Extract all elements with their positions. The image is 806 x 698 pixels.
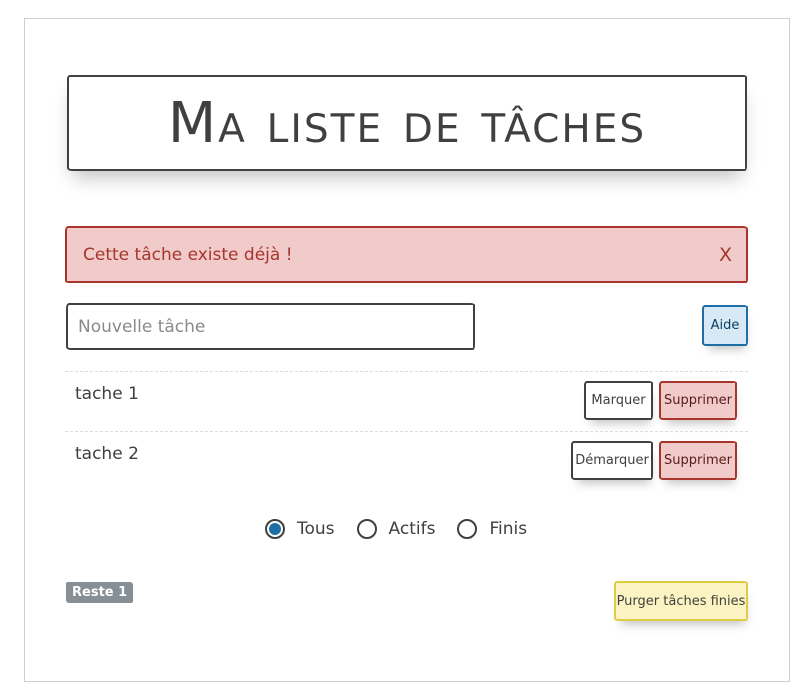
filter-all[interactable]: Tous bbox=[265, 519, 335, 539]
page-title: Ma liste de tâches bbox=[167, 90, 647, 156]
new-task-input[interactable] bbox=[66, 303, 475, 350]
todo-card: Ma liste de tâches Cette tâche existe dé… bbox=[24, 18, 790, 682]
radio-icon[interactable] bbox=[356, 519, 377, 539]
radio-icon[interactable] bbox=[457, 519, 478, 539]
filter-label: Tous bbox=[297, 519, 335, 539]
delete-task-button[interactable]: Supprimer bbox=[659, 441, 737, 480]
alert-close-button[interactable]: X bbox=[719, 244, 732, 266]
filter-label: Finis bbox=[489, 519, 528, 539]
filter-group: Tous Actifs Finis bbox=[265, 519, 549, 539]
unmark-task-button[interactable]: Démarquer bbox=[571, 441, 653, 480]
title-box: Ma liste de tâches bbox=[67, 75, 747, 171]
filter-active[interactable]: Actifs bbox=[356, 519, 436, 539]
filter-label: Actifs bbox=[388, 519, 436, 539]
filter-done[interactable]: Finis bbox=[457, 519, 527, 539]
help-button[interactable]: Aide bbox=[702, 305, 748, 346]
mark-task-button[interactable]: Marquer bbox=[584, 381, 653, 420]
task-label: tache 1 bbox=[75, 384, 139, 404]
delete-task-button[interactable]: Supprimer bbox=[659, 381, 737, 420]
remaining-badge: Reste 1 bbox=[66, 582, 134, 603]
purge-done-button[interactable]: Purger tâches finies bbox=[614, 581, 748, 621]
error-alert: Cette tâche existe déjà ! X bbox=[65, 226, 748, 283]
alert-message: Cette tâche existe déjà ! bbox=[83, 244, 293, 265]
task-row: tache 1 Marquer Supprimer bbox=[65, 371, 748, 431]
radio-icon[interactable] bbox=[265, 519, 285, 539]
task-label: tache 2 bbox=[75, 444, 139, 464]
task-row: tache 2 Démarquer Supprimer bbox=[65, 431, 748, 491]
